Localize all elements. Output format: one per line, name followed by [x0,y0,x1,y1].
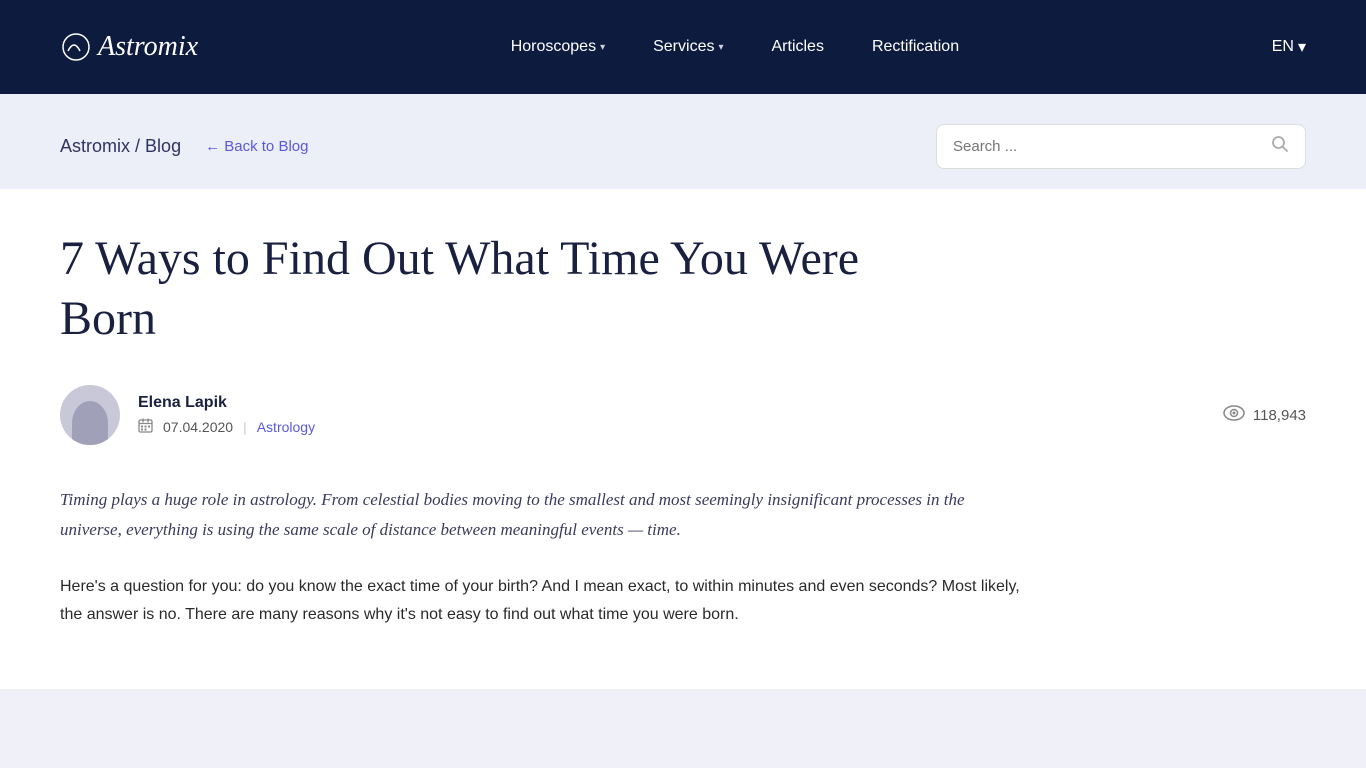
language-selector[interactable]: EN ▾ [1272,37,1306,57]
search-input[interactable] [953,138,1271,155]
chevron-down-icon: ▾ [1298,37,1306,57]
nav-item-rectification[interactable]: Rectification [872,38,959,56]
article-title: 7 Ways to Find Out What Time You Were Bo… [60,229,960,349]
nav-menu: Horoscopes ▾ Services ▾ Articles Rectifi… [511,38,959,56]
back-to-blog-link[interactable]: ← Back to Blog [205,138,308,155]
site-logo[interactable]: Astromix [60,31,198,63]
avatar [60,385,120,445]
category-link[interactable]: Astrology [257,419,315,435]
breadcrumb: Astromix / Blog [60,136,181,157]
chevron-down-icon: ▾ [718,42,723,53]
author-name: Elena Lapik [138,394,315,412]
main-nav: Astromix Horoscopes ▾ Services ▾ Article… [0,0,1366,94]
author-row: Elena Lapik [60,385,1306,445]
nav-item-horoscopes[interactable]: Horoscopes ▾ [511,38,605,56]
top-area: Astromix / Blog ← Back to Blog [0,94,1366,189]
search-icon [1271,135,1289,158]
calendar-icon [138,418,153,436]
article-intro: Timing plays a huge role in astrology. F… [60,485,1030,545]
eye-icon [1223,405,1245,426]
nav-item-articles[interactable]: Articles [772,38,824,56]
chevron-down-icon: ▾ [600,42,605,53]
author-meta: 07.04.2020 | Astrology [138,418,315,436]
main-content: 7 Ways to Find Out What Time You Were Bo… [0,189,1366,689]
author-info-section: Elena Lapik [60,385,315,445]
views-number: 118,943 [1253,407,1306,424]
nav-item-services[interactable]: Services ▾ [653,38,723,56]
views-count: 118,943 [1223,405,1306,426]
author-details: Elena Lapik [138,394,315,436]
breadcrumb-area: Astromix / Blog ← Back to Blog [60,136,308,157]
article-body: Here's a question for you: do you know t… [60,573,1030,629]
search-box [936,124,1306,169]
article-date: 07.04.2020 [163,419,233,435]
